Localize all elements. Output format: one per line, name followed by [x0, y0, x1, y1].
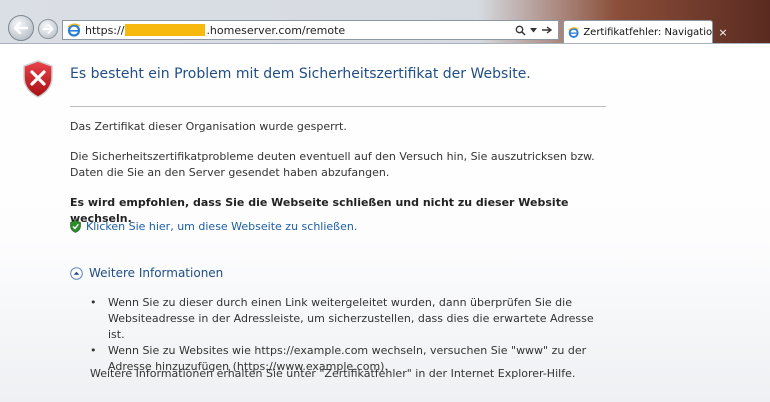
revoked-text: Das Zertifikat dieser Organisation wurde… [70, 120, 347, 133]
page-title: Es besteht ein Problem mit dem Sicherhei… [70, 66, 531, 82]
warning-text: Die Sicherheitszertifikatprobleme deuten… [70, 150, 595, 179]
url-redaction [125, 24, 206, 36]
error-shield-icon [23, 60, 53, 98]
tab-close-button[interactable]: × [716, 26, 730, 40]
browser-toolbar: https:// .homeserver.com/remote Zertifik… [0, 0, 770, 44]
internet-explorer-icon [67, 23, 81, 37]
error-page: Es besteht ein Problem mit dem Sicherhei… [0, 44, 770, 402]
forward-button[interactable] [38, 19, 58, 39]
bullet-marker: • [90, 344, 97, 357]
refresh-icon[interactable] [541, 25, 553, 35]
bullet-text: Wenn Sie zu dieser durch einen Link weit… [108, 296, 594, 341]
title-divider [70, 106, 606, 107]
more-info-label: Weitere Informationen [89, 266, 224, 280]
internet-explorer-icon [568, 27, 579, 38]
back-arrow-icon [14, 22, 28, 34]
back-button[interactable] [8, 15, 34, 41]
dropdown-arrow-icon[interactable] [530, 27, 537, 33]
close-page-row[interactable]: Klicken Sie hier, um diese Webseite zu s… [70, 220, 357, 233]
help-note: Weitere Informationen erhalten Sie unter… [90, 367, 576, 380]
tab-label: Zertifikatfehler: Navigation ... [583, 27, 712, 38]
more-info-toggle[interactable]: Weitere Informationen [70, 266, 223, 280]
address-bar[interactable]: https:// .homeserver.com/remote [62, 20, 559, 40]
collapse-up-icon [70, 266, 83, 280]
close-page-link[interactable]: Klicken Sie hier, um diese Webseite zu s… [86, 220, 357, 233]
green-shield-icon [70, 220, 81, 233]
tab-certificate-error[interactable]: Zertifikatfehler: Navigation ... [563, 20, 713, 44]
search-icon[interactable] [515, 25, 526, 36]
list-item: • Wenn Sie zu dieser durch einen Link we… [90, 295, 610, 343]
url-text: https:// .homeserver.com/remote [85, 24, 345, 37]
more-info-list: • Wenn Sie zu dieser durch einen Link we… [90, 295, 610, 375]
url-prefix: https:// [85, 23, 125, 37]
bullet-marker: • [90, 296, 97, 309]
url-suffix: .homeserver.com/remote [206, 23, 346, 37]
forward-arrow-icon [42, 24, 54, 34]
